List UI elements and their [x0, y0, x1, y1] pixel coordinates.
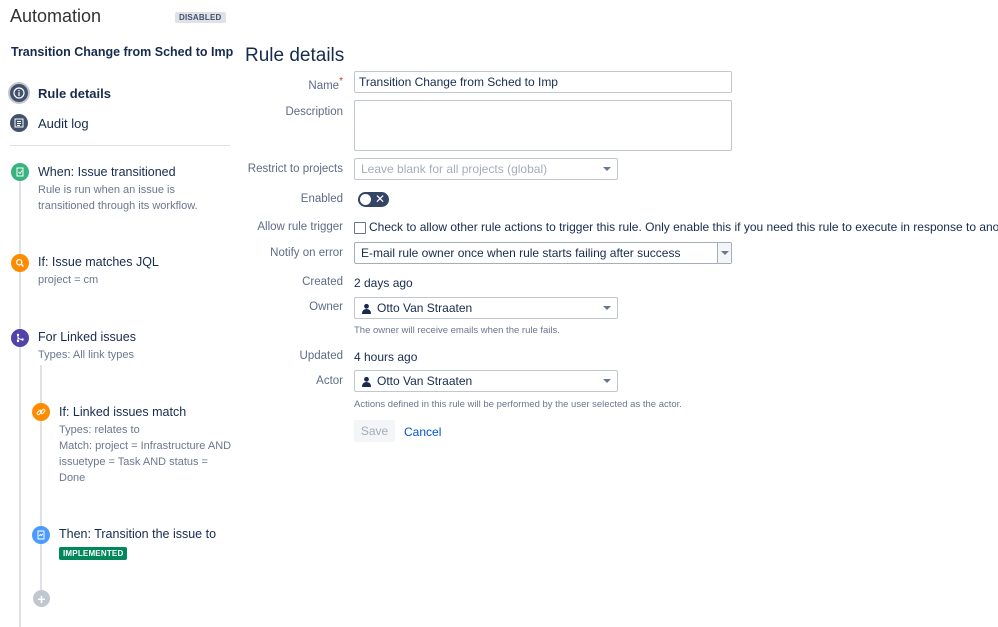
step-linked-match-title[interactable]: If: Linked issues match [59, 405, 186, 419]
list-icon [10, 114, 28, 132]
owner-select[interactable]: Otto Van Straaten [354, 297, 618, 319]
trigger-icon [11, 163, 29, 181]
branch-icon [11, 329, 29, 347]
nav-audit-log[interactable]: Audit log [10, 113, 89, 133]
rule-name-heading: Transition Change from Sched to Imp [11, 45, 234, 59]
action-icon [32, 526, 50, 544]
allow-trigger-checkbox[interactable] [354, 222, 366, 234]
actor-label: Actor [316, 375, 343, 387]
actor-hint: Actions defined in this rule will be per… [354, 399, 682, 410]
step-when-desc: Rule is run when an issue is transitione… [38, 184, 198, 212]
toggle-knob [360, 194, 371, 205]
updated-label: Updated [299, 350, 343, 362]
notify-label: Notify on error [270, 247, 343, 259]
name-label: Name* [308, 76, 343, 92]
close-icon: ✕ [374, 192, 385, 206]
allow-trigger-label: Allow rule trigger [257, 221, 343, 233]
enabled-label: Enabled [300, 193, 343, 205]
cancel-button[interactable]: Cancel [404, 425, 441, 439]
link-icon [32, 403, 50, 421]
restrict-projects-select[interactable]: Leave blank for all projects (global) [354, 158, 618, 180]
chevron-down-icon [717, 243, 731, 263]
timeline-line [19, 178, 21, 627]
name-field[interactable] [354, 71, 732, 93]
description-label: Description [285, 106, 343, 118]
chevron-down-icon [603, 167, 611, 171]
created-label: Created [302, 276, 343, 288]
search-icon [11, 254, 29, 272]
user-avatar-icon [361, 376, 372, 387]
actor-select[interactable]: Otto Van Straaten [354, 370, 618, 392]
chevron-down-icon [603, 379, 611, 383]
actor-selected-value: Otto Van Straaten [361, 374, 603, 388]
owner-selected-value: Otto Van Straaten [361, 301, 603, 315]
restrict-projects-placeholder: Leave blank for all projects (global) [361, 162, 548, 176]
restrict-projects-label: Restrict to projects [247, 163, 343, 175]
owner-hint: The owner will receive emails when the r… [354, 325, 560, 336]
step-linked-match-types: Types: relates to [59, 424, 140, 436]
created-value: 2 days ago [354, 276, 413, 290]
page-title: Rule details [245, 45, 345, 66]
notify-select[interactable]: E-mail rule owner once when rule starts … [354, 242, 732, 264]
allow-trigger-text: Check to allow other rule actions to tri… [369, 220, 998, 234]
nav-rule-details[interactable]: Rule details [10, 83, 111, 103]
chevron-down-icon [603, 306, 611, 310]
nav-divider [10, 145, 230, 146]
info-icon [10, 84, 28, 102]
step-jql-title[interactable]: If: Issue matches JQL [38, 255, 159, 269]
step-linked-match-jql: Match: project = Infrastructure AND issu… [59, 440, 232, 484]
step-when-title[interactable]: When: Issue transitioned [38, 165, 176, 179]
app-title: Automation [10, 6, 102, 26]
step-transition-title[interactable]: Then: Transition the issue to [59, 527, 216, 541]
status-lozenge-implemented: IMPLEMENTED [59, 547, 128, 560]
updated-value: 4 hours ago [354, 350, 418, 364]
owner-label: Owner [309, 301, 343, 313]
description-field[interactable] [354, 100, 732, 151]
save-button[interactable]: Save [354, 420, 395, 442]
timeline-branch-line [40, 365, 42, 605]
nav-rule-details-label: Rule details [38, 85, 111, 101]
step-jql-desc: project = cm [38, 274, 99, 286]
plus-icon: + [37, 590, 46, 607]
enabled-toggle[interactable]: ✕ [358, 192, 389, 207]
status-badge: DISABLED [175, 12, 226, 23]
user-avatar-icon [361, 303, 372, 314]
notify-selected-value: E-mail rule owner once when rule starts … [361, 246, 681, 260]
nav-audit-log-label: Audit log [38, 115, 89, 131]
add-component-button[interactable]: + [33, 590, 50, 607]
step-linked-desc: Types: All link types [38, 349, 134, 361]
step-linked-title[interactable]: For Linked issues [38, 330, 136, 344]
